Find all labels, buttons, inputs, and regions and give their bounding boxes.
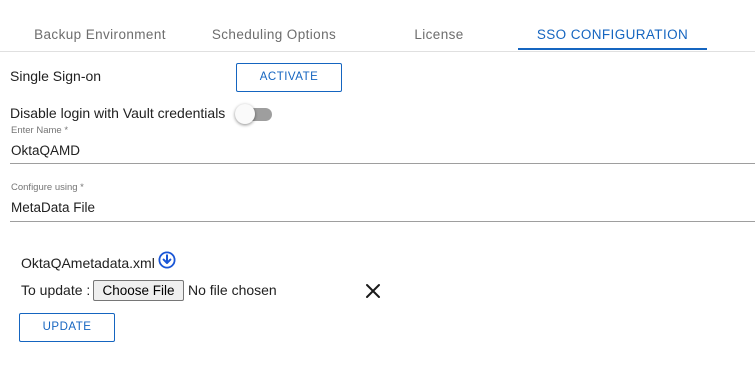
choose-file-button[interactable]: Choose File [93, 280, 184, 301]
tab-license[interactable]: License [398, 0, 480, 50]
configure-field-label: Configure using * [11, 182, 84, 193]
download-icon[interactable] [158, 251, 176, 269]
configure-using-select[interactable]: MetaData File [11, 200, 95, 215]
name-field-underline [10, 163, 755, 164]
tab-backup-environment[interactable]: Backup Environment [20, 0, 180, 50]
active-tab-indicator [518, 48, 707, 50]
close-icon[interactable] [364, 282, 382, 300]
update-button[interactable]: UPDATE [19, 313, 115, 342]
single-sign-on-label: Single Sign-on [10, 68, 102, 84]
tab-sso-configuration[interactable]: SSO CONFIGURATION [518, 0, 707, 50]
file-chosen-status: No file chosen [188, 282, 277, 298]
disable-login-label: Disable login with Vault credentials [10, 105, 226, 121]
name-field-label: Enter Name * [11, 125, 69, 136]
activate-button[interactable]: ACTIVATE [236, 63, 342, 92]
to-update-label: To update : [21, 282, 91, 298]
configure-field-underline [10, 221, 755, 222]
toggle-thumb[interactable] [235, 104, 255, 124]
tab-bar: Backup Environment Scheduling Options Li… [0, 0, 755, 52]
tab-scheduling-options[interactable]: Scheduling Options [198, 0, 350, 50]
metadata-file-name: OktaQAmetadata.xml [21, 255, 155, 271]
name-field[interactable]: OktaQAMD [11, 143, 80, 158]
